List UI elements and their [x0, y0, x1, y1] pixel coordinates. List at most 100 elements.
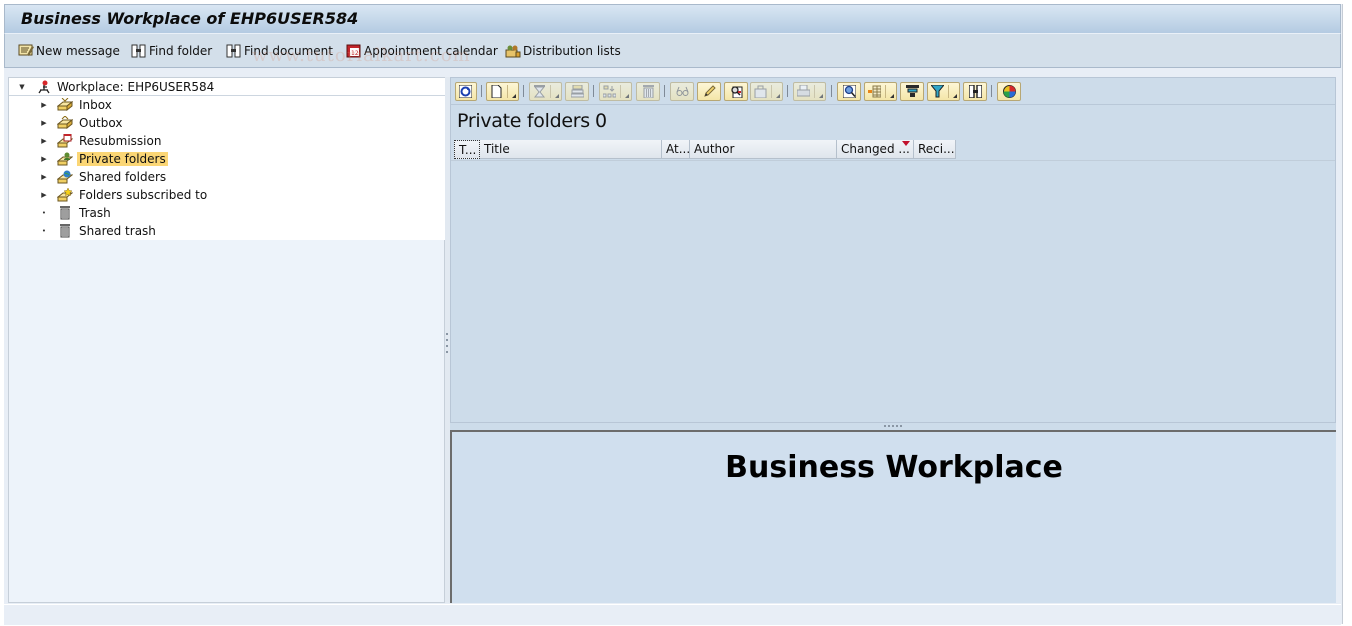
expand-arrow-icon[interactable]: ▶ [39, 137, 49, 145]
document-list-pane: Private folders 0 T... Title At... Autho… [450, 77, 1336, 423]
tree-item-trash[interactable]: • Trash [39, 204, 113, 222]
find-folder-button[interactable]: Find folder [131, 43, 212, 59]
attachment-button[interactable] [750, 82, 783, 101]
stack-icon [571, 85, 584, 98]
find-folder-label: Find folder [149, 44, 213, 58]
new-message-label: New message [36, 44, 120, 58]
expand-arrow-icon[interactable]: ▶ [39, 173, 49, 181]
tree-item-shared-trash[interactable]: • Shared trash [39, 222, 158, 240]
expand-arrow-icon[interactable]: ▶ [39, 119, 49, 127]
preview-pane: Business Workplace [450, 430, 1336, 603]
dropdown-arrow-icon [890, 94, 894, 98]
move-button[interactable] [599, 82, 632, 101]
distribution-lists-button[interactable]: Distribution lists [505, 43, 621, 59]
stack-button[interactable] [565, 82, 589, 101]
status-bar [4, 604, 1341, 625]
dropdown-arrow-icon [776, 94, 780, 98]
tree-item-inbox[interactable]: ▶ Inbox [39, 96, 114, 114]
expand-arrow-icon[interactable]: ▶ [39, 191, 49, 199]
appointment-calendar-button[interactable]: 12 Appointment calendar [346, 43, 498, 59]
filter-icon [931, 85, 944, 98]
toolbar-separator [831, 85, 832, 97]
tree-item-label: Private folders [77, 152, 168, 166]
color-wheel-icon [1003, 85, 1016, 98]
print-button[interactable] [793, 82, 826, 101]
column-header-title[interactable]: Title [480, 140, 662, 159]
new-message-icon [18, 44, 34, 58]
tree-item-resubmission[interactable]: ▶ Resubmission [39, 132, 163, 150]
new-message-button[interactable]: New message [18, 43, 120, 59]
details-button[interactable] [837, 82, 861, 101]
delete-button[interactable] [636, 82, 660, 101]
create-document-button[interactable] [486, 82, 519, 101]
column-header-type[interactable]: T... [454, 140, 480, 159]
print-icon [797, 85, 810, 97]
window-title: Business Workplace of EHP6USER584 [21, 9, 359, 28]
sort-icon [906, 85, 919, 97]
glasses-icon [676, 86, 689, 96]
find-button[interactable] [963, 82, 987, 101]
distribution-lists-label: Distribution lists [523, 44, 621, 58]
horizontal-splitter[interactable] [450, 423, 1336, 430]
find-document-label: Find document [244, 44, 333, 58]
distribution-list-icon [505, 44, 521, 58]
dropdown-arrow-icon [625, 94, 629, 98]
sort-button[interactable] [900, 82, 924, 101]
inbox-tray-icon [56, 97, 74, 112]
tree-item-folders-subscribed-to[interactable]: ▶ Folders subscribed to [39, 186, 209, 204]
dropdown-arrow-icon [512, 94, 516, 98]
column-header-attachment[interactable]: At... [662, 140, 690, 159]
list-count: 0 [595, 110, 608, 132]
column-label: At... [666, 142, 690, 156]
toolbar-separator [787, 85, 788, 97]
title-bar: Business Workplace of EHP6USER584 [4, 4, 1341, 34]
toolbar-separator [991, 85, 992, 97]
execute-button[interactable] [529, 82, 562, 101]
dropdown-arrow-icon [953, 94, 957, 98]
filter-button[interactable] [927, 82, 960, 101]
sort-descending-icon [902, 141, 910, 146]
column-header-changed[interactable]: Changed ... [837, 140, 914, 159]
svg-text:12: 12 [351, 50, 359, 57]
layout-button[interactable] [864, 82, 897, 101]
column-header-recipient[interactable]: Reci... [914, 140, 956, 159]
binoculars-icon [226, 44, 242, 58]
expand-arrow-icon[interactable]: ▶ [39, 155, 49, 163]
calendar-icon: 12 [346, 44, 362, 58]
tree-item-outbox[interactable]: ▶ Outbox [39, 114, 124, 132]
column-header-author[interactable]: Author [690, 140, 837, 159]
tree-item-private-folders[interactable]: ▶ Private folders [39, 150, 168, 168]
trash-icon [57, 206, 73, 220]
change-button[interactable] [697, 82, 721, 101]
tree-item-shared-folders[interactable]: ▶ Shared folders [39, 168, 168, 186]
tree-root-label: Workplace: EHP6USER584 [57, 80, 215, 94]
find-document-button[interactable]: Find document [226, 43, 333, 59]
outbox-tray-icon [56, 115, 74, 130]
delete-icon [643, 85, 654, 98]
layout-icon [868, 85, 881, 98]
list-title: Private folders [457, 110, 590, 132]
pencil-icon [704, 85, 716, 97]
shared-folders-icon [56, 170, 74, 184]
tree-item-label: Trash [79, 206, 111, 220]
display-button[interactable] [670, 82, 694, 101]
binoculars-icon [131, 44, 147, 58]
tree-root-workplace[interactable]: ▼ Workplace: EHP6USER584 [17, 78, 216, 96]
resubmission-icon [56, 133, 74, 148]
find-document-toolbar-button[interactable] [724, 82, 748, 101]
preview-title: Business Workplace [725, 450, 1063, 485]
tree-item-label: Folders subscribed to [79, 188, 208, 202]
refresh-button[interactable] [455, 82, 477, 101]
appointment-calendar-label: Appointment calendar [364, 44, 498, 58]
column-label: T... [459, 143, 477, 157]
grid-header-divider [451, 160, 1335, 161]
column-label: Title [484, 142, 510, 156]
graphic-button[interactable] [997, 82, 1021, 101]
expand-arrow-icon[interactable]: ▶ [39, 101, 49, 109]
column-label: Changed ... [841, 142, 910, 156]
private-folders-icon [56, 152, 74, 166]
column-label: Author [694, 142, 735, 156]
collapse-arrow-icon[interactable]: ▼ [17, 83, 27, 91]
dropdown-arrow-icon [555, 94, 559, 98]
tree-item-label: Shared folders [79, 170, 167, 184]
